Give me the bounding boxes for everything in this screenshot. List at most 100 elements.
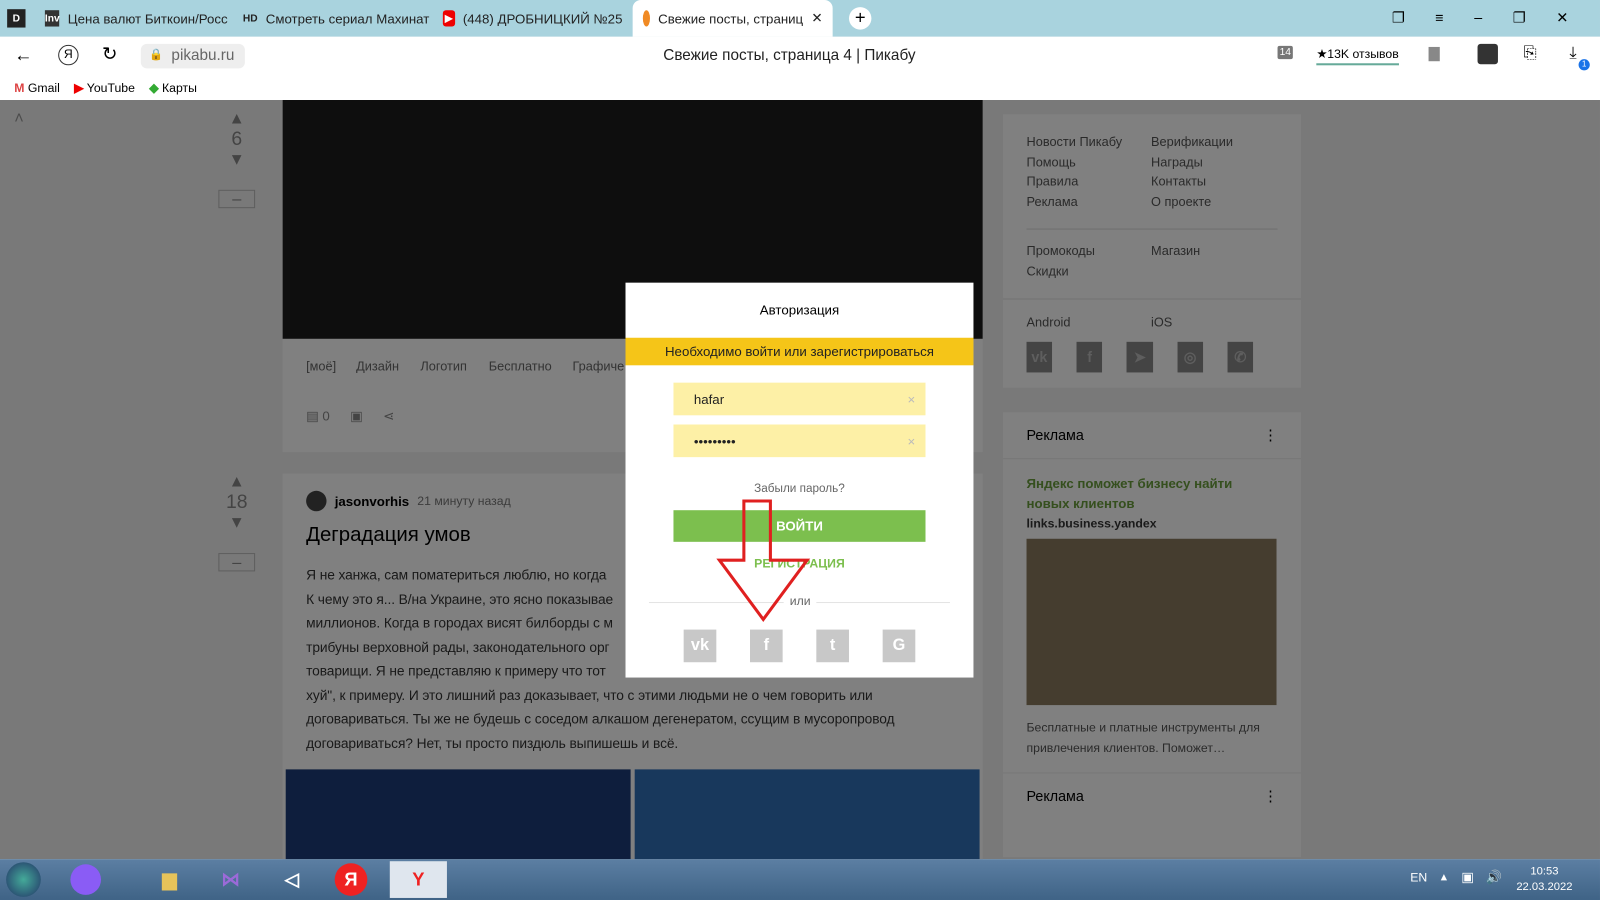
visual-studio-icon[interactable]: ⋈ [210, 863, 251, 896]
ad-title[interactable]: Яндекс поможет бизнесу найти новых клиен… [1027, 473, 1251, 514]
footer-link[interactable]: Верификации [1151, 133, 1233, 153]
viber-icon[interactable]: ✆ [1227, 341, 1254, 373]
ad-domain[interactable]: links.business.yandex [1027, 516, 1278, 530]
close-tab-icon[interactable]: ✕ [811, 10, 822, 26]
footer-link[interactable]: Новости Пикабу [1027, 133, 1151, 153]
tab-title: Свежие посты, страниц [658, 10, 804, 27]
tab-active[interactable]: Свежие посты, страниц ✕ [632, 0, 833, 37]
extension-icon[interactable] [1477, 43, 1498, 65]
downvote-icon[interactable]: ▼ [218, 151, 255, 169]
back-icon[interactable]: ← [14, 45, 32, 66]
close-window-icon[interactable]: ✕ [1556, 9, 1568, 26]
instagram-icon[interactable]: ◎ [1177, 341, 1203, 373]
lock-icon: 🔒 [148, 48, 163, 62]
avatar[interactable] [306, 490, 327, 512]
ad-header: Реклама [1026, 426, 1084, 443]
ad-image[interactable] [1026, 538, 1277, 706]
screen: D Inv Цена валют Биткоин/Росс HD Смотреть … [0, 0, 1600, 900]
share-icon[interactable]: ⋖ [383, 408, 394, 424]
tag[interactable]: Логотип [420, 359, 467, 373]
tag[interactable]: [моё] [306, 359, 336, 373]
more-icon[interactable]: ⋮ [1263, 427, 1277, 444]
collapse-button[interactable]: – [218, 553, 256, 572]
upvote-icon[interactable]: ▲ [218, 110, 255, 128]
upvote-icon[interactable]: ▲ [218, 473, 255, 491]
bookmark-icon[interactable] [1428, 46, 1440, 62]
vk-icon[interactable]: vk [1026, 341, 1053, 373]
twitter-login-icon[interactable]: t [816, 629, 849, 663]
register-link[interactable]: РЕГИСТРАЦИЯ [626, 556, 974, 570]
facebook-icon[interactable]: f [1076, 341, 1103, 373]
alice-icon[interactable] [65, 863, 106, 896]
telegram-icon[interactable]: ➤ [1126, 341, 1153, 373]
save-icon[interactable]: ▣ [350, 408, 363, 424]
start-button[interactable] [6, 862, 41, 897]
downloads-icon[interactable]: ⤓ [1569, 45, 1576, 63]
tab-2[interactable]: HD Смотреть сериал Махинат [233, 0, 433, 37]
tray-expand-icon[interactable]: ▴ [1441, 869, 1447, 883]
tag[interactable]: Дизайн [356, 359, 399, 373]
tab-title: Смотреть сериал Махинат [265, 10, 430, 27]
post-time: 21 минуту назад [417, 493, 511, 509]
url-text: pikabu.ru [171, 46, 235, 65]
url-field[interactable]: 🔒 pikabu.ru [140, 43, 245, 69]
comments-button[interactable]: ▤ 0 [306, 408, 330, 424]
google-login-icon[interactable]: G [882, 629, 916, 663]
bookmark-maps[interactable]: ◆ Карты [149, 81, 197, 95]
yandex-app-icon[interactable]: Я [334, 863, 368, 896]
tab-3[interactable]: ▶ (448) ДРОБНИЦКИЙ №25 [433, 0, 633, 37]
yandex-icon[interactable]: Я [58, 44, 79, 66]
footer-link[interactable]: Правила [1027, 172, 1151, 192]
clear-icon[interactable]: × [908, 392, 916, 407]
footer-link[interactable]: Реклама [1027, 192, 1151, 212]
tag[interactable]: Графиче [572, 359, 624, 373]
network-icon[interactable]: ▣ [1461, 869, 1474, 885]
pikabu-favicon-icon [642, 10, 650, 27]
footer-link[interactable]: Контакты [1151, 172, 1233, 192]
footer-link[interactable]: Промокоды [1027, 242, 1151, 262]
downvote-icon[interactable]: ▼ [218, 514, 255, 532]
footer-link[interactable]: Магазин [1151, 242, 1200, 282]
clear-icon[interactable]: × [908, 434, 916, 449]
rating-value: 18 [225, 491, 248, 514]
footer-link[interactable]: Скидки [1027, 262, 1151, 282]
bookmarks-icon[interactable]: ❐ [1392, 9, 1405, 26]
vk-login-icon[interactable]: vk [683, 629, 717, 663]
bookmark-gmail[interactable]: M Gmail [14, 81, 60, 95]
more-icon[interactable]: ⋮ [1263, 788, 1277, 805]
ios-link[interactable]: iOS [1151, 315, 1172, 329]
login-button[interactable]: ВОЙТИ [673, 510, 926, 542]
android-link[interactable]: Android [1027, 315, 1151, 329]
new-tab-button[interactable]: + [848, 7, 872, 30]
author-link[interactable]: jasonvorhis [335, 493, 409, 508]
collapse-button[interactable]: – [218, 189, 256, 209]
unity-icon[interactable]: ◁ [271, 863, 312, 896]
scroll-top-icon[interactable]: ˄ [14, 110, 24, 128]
reviews-button[interactable]: ★13K отзывов [1316, 47, 1399, 66]
forgot-password-link[interactable]: Забыли пароль? [626, 483, 974, 495]
clock[interactable]: 10:53 22.03.2022 [1516, 864, 1572, 895]
footer-link[interactable]: Помощь [1027, 153, 1151, 173]
explorer-icon[interactable]: ▆ [149, 863, 190, 896]
restore-icon[interactable]: ❐ [1513, 9, 1526, 26]
footer-link[interactable]: Награды [1151, 153, 1233, 173]
rating-block: ▲ 6 ▼ – [218, 110, 256, 209]
tag[interactable]: Бесплатно [489, 359, 552, 373]
ad-text[interactable]: Бесплатные и платные инструменты для при… [1027, 717, 1278, 758]
password-input[interactable]: ••••••••• × [673, 424, 926, 458]
protect-badge[interactable]: 14 [1277, 45, 1293, 60]
collections-icon[interactable]: ⎘ [1523, 45, 1536, 63]
login-input[interactable]: hafar × [673, 382, 926, 416]
clock-time: 10:53 [1530, 865, 1559, 878]
menu-icon[interactable]: ≡ [1435, 9, 1443, 26]
clock-date: 22.03.2022 [1516, 880, 1573, 893]
reload-icon[interactable]: ↻ [102, 44, 117, 65]
volume-icon[interactable]: 🔊 [1486, 869, 1503, 885]
footer-link[interactable]: О проекте [1151, 192, 1233, 212]
language-indicator[interactable]: EN [1410, 870, 1427, 884]
facebook-login-icon[interactable]: f [749, 629, 783, 663]
yandex-browser-taskbar[interactable]: Y [389, 861, 447, 898]
bookmark-youtube[interactable]: ▶ YouTube [74, 81, 135, 95]
tab-1[interactable]: Inv Цена валют Биткоин/Росс [35, 0, 233, 37]
minimize-icon[interactable]: – [1474, 9, 1482, 26]
